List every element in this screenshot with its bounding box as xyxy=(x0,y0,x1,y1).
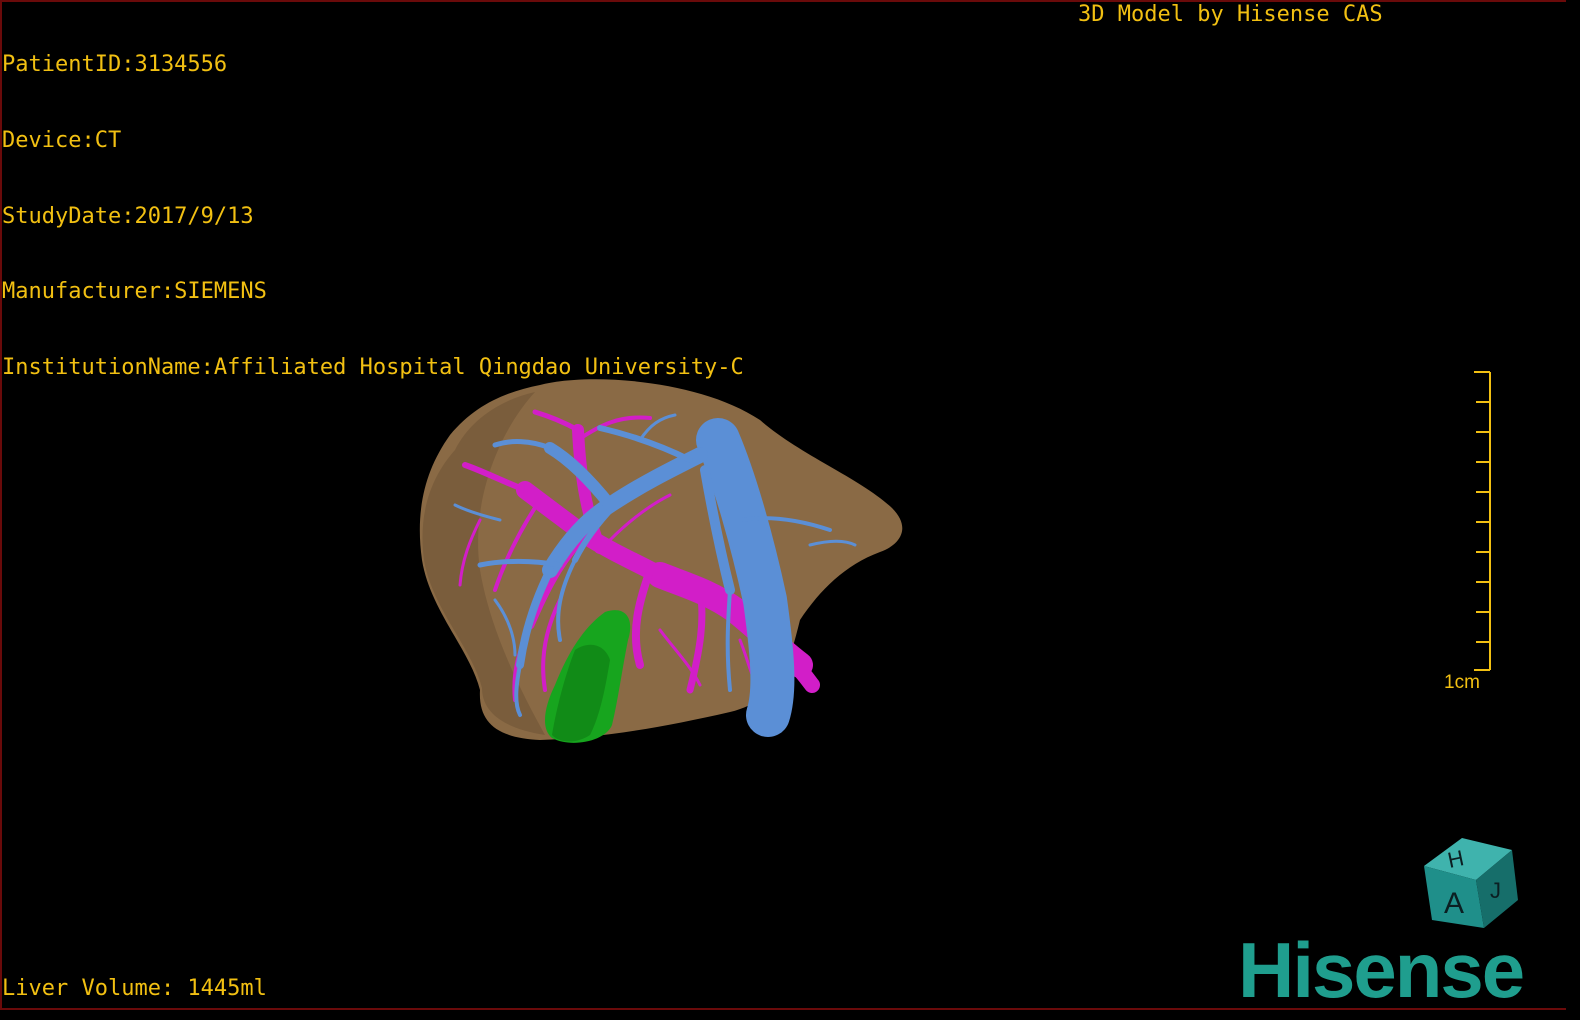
model-credit-text: 3D Model by Hisense CAS xyxy=(1078,2,1383,27)
dicom-info-panel: PatientID:3134556 Device:CT StudyDate:20… xyxy=(2,2,744,405)
orientation-cube[interactable]: A H J xyxy=(1424,838,1518,928)
patient-id-text: PatientID:3134556 xyxy=(2,52,228,78)
cube-face-front: A xyxy=(1444,887,1464,920)
manufacturer-text: Manufacturer:SIEMENS xyxy=(2,279,267,305)
liver-volume-text: Liver Volume: 1445ml xyxy=(2,976,267,1001)
institution-text: InstitutionName:Affiliated Hospital Qing… xyxy=(2,354,744,380)
hisense-logo: Hisense xyxy=(1238,926,1525,1014)
study-date-text: StudyDate:2017/9/13 xyxy=(2,203,254,229)
scale-bar-label: 1cm xyxy=(1444,672,1480,693)
cube-face-side: J xyxy=(1490,878,1501,903)
scale-bar xyxy=(1474,371,1491,671)
device-text: Device:CT xyxy=(2,128,122,153)
